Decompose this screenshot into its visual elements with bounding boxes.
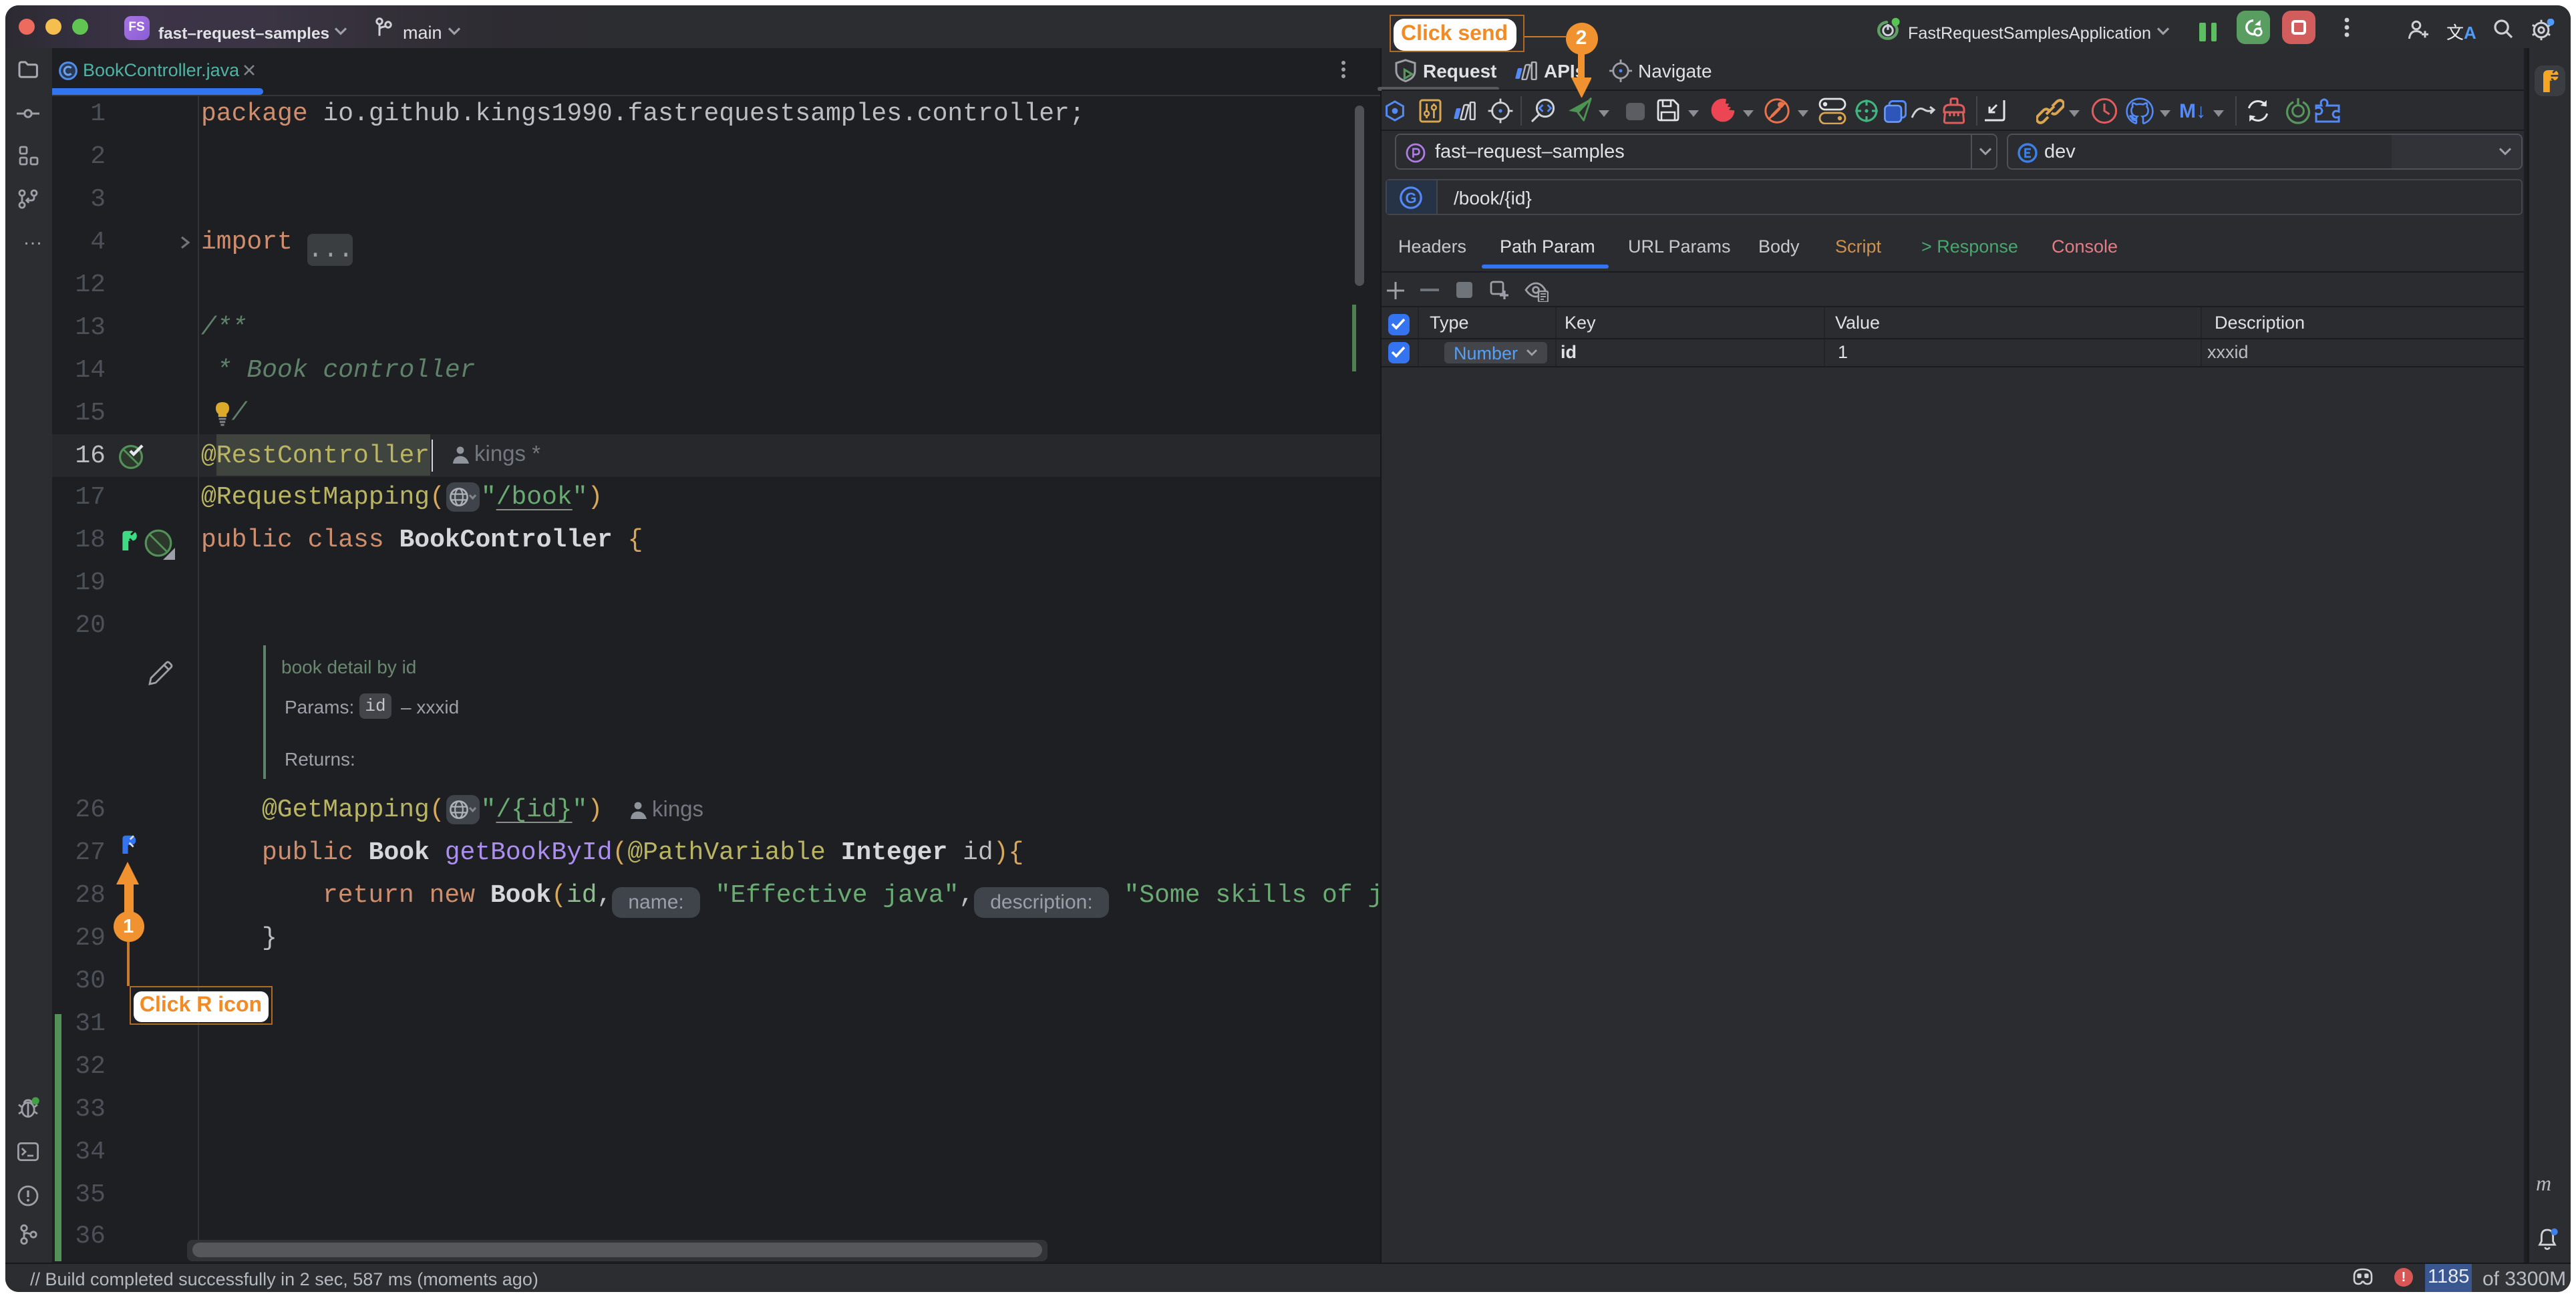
svg-text:G: G <box>1405 189 1416 206</box>
